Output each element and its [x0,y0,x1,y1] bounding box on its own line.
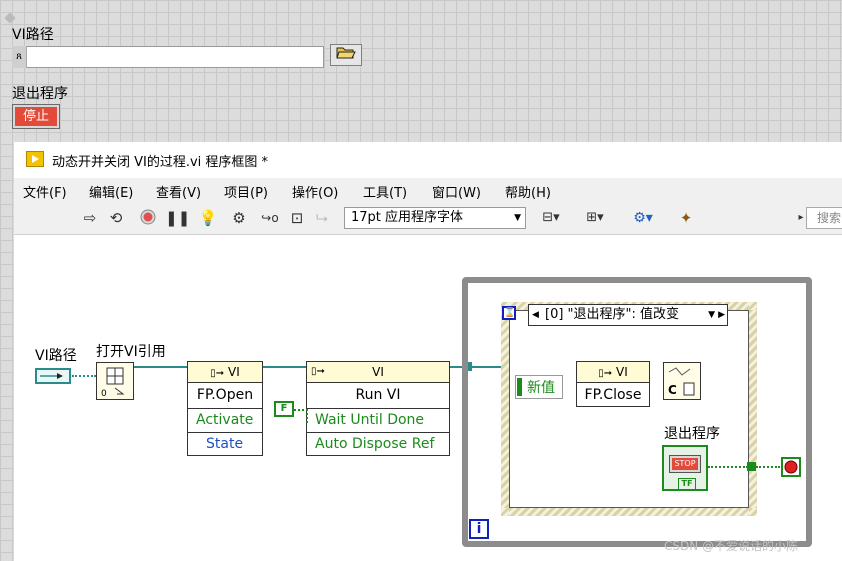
stop-tunnel [747,462,756,471]
menu-tools[interactable]: 工具(T) [363,182,407,201]
open-vi-ref-label: 打开VI引用 [96,344,166,360]
menu-file[interactable]: 文件(F) [23,182,67,201]
event-case-selector[interactable]: ◀ [0] "退出程序": 值改变 ▼ ▶ [528,304,728,326]
open-ref-icon: 0 [101,367,125,399]
path-terminal-label: VI路径 [35,348,77,364]
bool-wire [294,409,308,423]
step-out-icon[interactable]: ⮡ [312,208,332,228]
path-wire [72,375,96,377]
node3-class-label: VI [615,365,628,379]
close-reference-node[interactable]: C [663,362,701,400]
menu-operate[interactable]: 操作(O) [292,182,338,201]
stop-if-true-icon [784,460,798,474]
menu-edit[interactable]: 编辑(E) [89,182,133,201]
ref-wire-2 [263,366,306,368]
stop-button-text: 停止 [15,107,57,126]
toolbar-expand-icon[interactable]: ▸ [796,208,806,228]
path-tag-icon: ጸ [12,46,27,68]
reorder-icon[interactable]: ⚙▾ [626,208,660,228]
svg-text:0: 0 [101,389,107,399]
node1-method: FP.Open [196,387,254,403]
node2-param-wait: Wait Until Done [307,408,449,430]
chevron-down-icon: ▼ [514,213,521,223]
font-select-value: 17pt 应用程序字体 [351,210,464,225]
menu-window[interactable]: 窗口(W) [432,182,481,201]
path-input[interactable] [12,46,324,68]
labview-run-icon [26,151,44,167]
node1-class-label: VI [227,365,240,379]
window-title: 动态开并关闭 VI的过程.vi 程序框图 * [52,155,269,170]
browse-folder-button[interactable] [330,44,362,66]
watermark: CSDN @不爱说话的小陈 [664,539,799,553]
invoke-node-fp-close[interactable]: ▯➞ VI FP.Close [576,361,650,407]
stop-terminal-label: 退出程序 [664,426,720,442]
title-bar: 动态开并关闭 VI的过程.vi 程序框图 * [14,142,842,178]
pause-icon[interactable]: ❚❚ [165,208,190,228]
node2-method: Run VI [355,387,401,403]
open-vi-reference-node[interactable]: 0 [96,362,134,400]
stop-terminal[interactable]: STOP TF [662,445,708,491]
stop-button-label: 退出程序 [12,86,68,102]
event-case-text: [0] "退出程序": 值改变 [545,307,680,322]
retain-wire-values-icon[interactable]: ⚙ [229,208,249,228]
align-objects-icon[interactable]: ⊟▾ [536,208,566,228]
loop-condition-terminal[interactable] [781,457,801,477]
case-prev-icon[interactable]: ◀ [532,305,539,325]
event-structure[interactable] [501,302,757,516]
property-node-fp-open[interactable]: ▯➞ VI FP.Open Activate State [187,361,263,456]
stop-wire [708,466,748,468]
node1-prop-state: State [188,432,262,454]
event-timeout-icon: ⌛ [502,306,516,320]
node1-prop-activate: Activate [188,408,262,430]
path-terminal[interactable] [35,368,71,384]
cleanup-diagram-icon[interactable]: ✦ [672,208,700,228]
node2-class-label: VI [372,365,384,379]
case-dropdown-icon[interactable]: ▼ [708,305,715,325]
menu-view[interactable]: 查看(V) [156,182,201,201]
step-into-icon[interactable]: ↪o [260,208,280,228]
distribute-objects-icon[interactable]: ⊞▾ [580,208,610,228]
loop-iteration-terminal: i [469,519,489,539]
menu-help[interactable]: 帮助(H) [505,182,551,201]
highlight-execution-icon[interactable]: 💡 [198,208,218,228]
menu-bar: 文件(F) 编辑(E) 查看(V) 项目(P) 操作(O) 工具(T) 窗口(W… [14,178,842,202]
pane-splitter-marker [4,12,16,24]
invoke-node-header: ▯➞ VI [307,362,449,383]
stop-terminal-text: STOP [672,458,698,470]
case-next-icon[interactable]: ▶ [718,305,725,325]
step-over-icon[interactable]: ⊡ [287,208,307,228]
event-new-value: 新值 [527,380,555,396]
boolean-constant[interactable]: F [274,401,294,417]
folder-icon [336,47,356,59]
stop-button[interactable]: 停止 [12,104,60,129]
run-arrow-icon[interactable]: ⇨ [80,208,100,228]
stop-terminal-tf: TF [678,478,696,490]
path-control-label: VI路径 [12,27,54,43]
run-continuously-icon[interactable]: ⟲ [106,208,126,228]
close-ref-label: C [668,383,677,397]
property-node-header: ▯➞ VI [188,362,262,383]
menu-project[interactable]: 项目(P) [224,182,268,201]
abort-icon[interactable] [138,208,158,228]
stop-condition-wire [756,466,780,468]
path-glyph-icon [40,373,63,379]
event-data-node: 新值 [515,375,563,399]
search-input[interactable]: 搜索 [806,207,842,229]
toolbar: ⇨ ⟲ ❚❚ 💡 ⚙ ↪o ⊡ ⮡ 17pt 应用程序字体 ▼ ⊟▾ ⊞▾ ⚙▾… [14,202,842,235]
ref-wire-1 [134,366,187,368]
font-select[interactable]: 17pt 应用程序字体 ▼ [344,207,526,229]
invoke-node-run-vi[interactable]: ▯➞ VI Run VI Wait Until Done Auto Dispos… [306,361,450,456]
node2-param-dispose: Auto Dispose Ref [307,432,449,454]
node3-header: ▯➞ VI [577,362,649,383]
node3-method: FP.Close [584,387,642,403]
